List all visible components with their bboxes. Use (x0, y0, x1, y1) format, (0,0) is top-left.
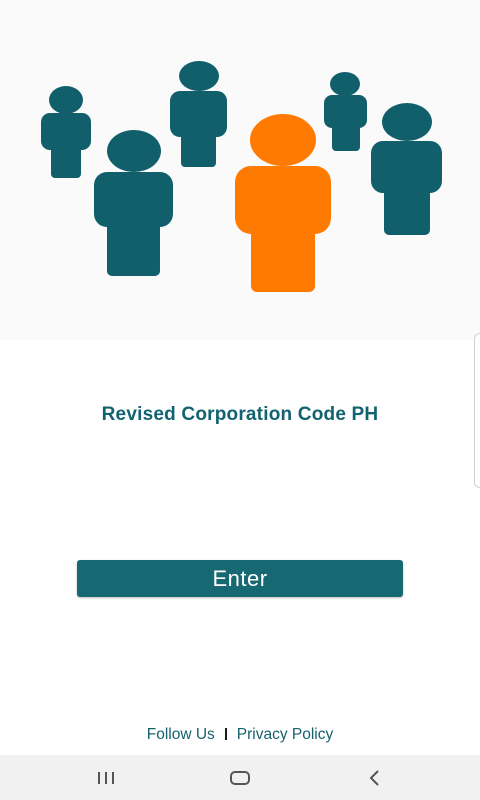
back-button[interactable] (345, 755, 405, 800)
recent-apps-icon (98, 771, 114, 784)
person-icon (371, 103, 442, 235)
person-icon (324, 72, 367, 151)
home-icon (230, 770, 250, 785)
privacy-policy-link[interactable]: Privacy Policy (237, 726, 333, 743)
hero-illustration (0, 0, 480, 340)
enter-button[interactable]: Enter (77, 560, 403, 597)
people-group-icon (41, 61, 442, 292)
person-icon (235, 114, 331, 292)
link-separator (224, 728, 227, 740)
home-button[interactable] (210, 755, 270, 800)
recent-apps-button[interactable] (76, 755, 136, 800)
person-icon (170, 61, 227, 167)
follow-us-link[interactable]: Follow Us (147, 726, 215, 743)
app-title: Revised Corporation Code PH (101, 404, 379, 425)
footer-links: Follow Us Privacy Policy (0, 726, 480, 744)
system-navigation-bar (0, 755, 480, 800)
person-icon (94, 130, 173, 276)
back-icon (369, 769, 379, 786)
person-icon (41, 86, 91, 178)
